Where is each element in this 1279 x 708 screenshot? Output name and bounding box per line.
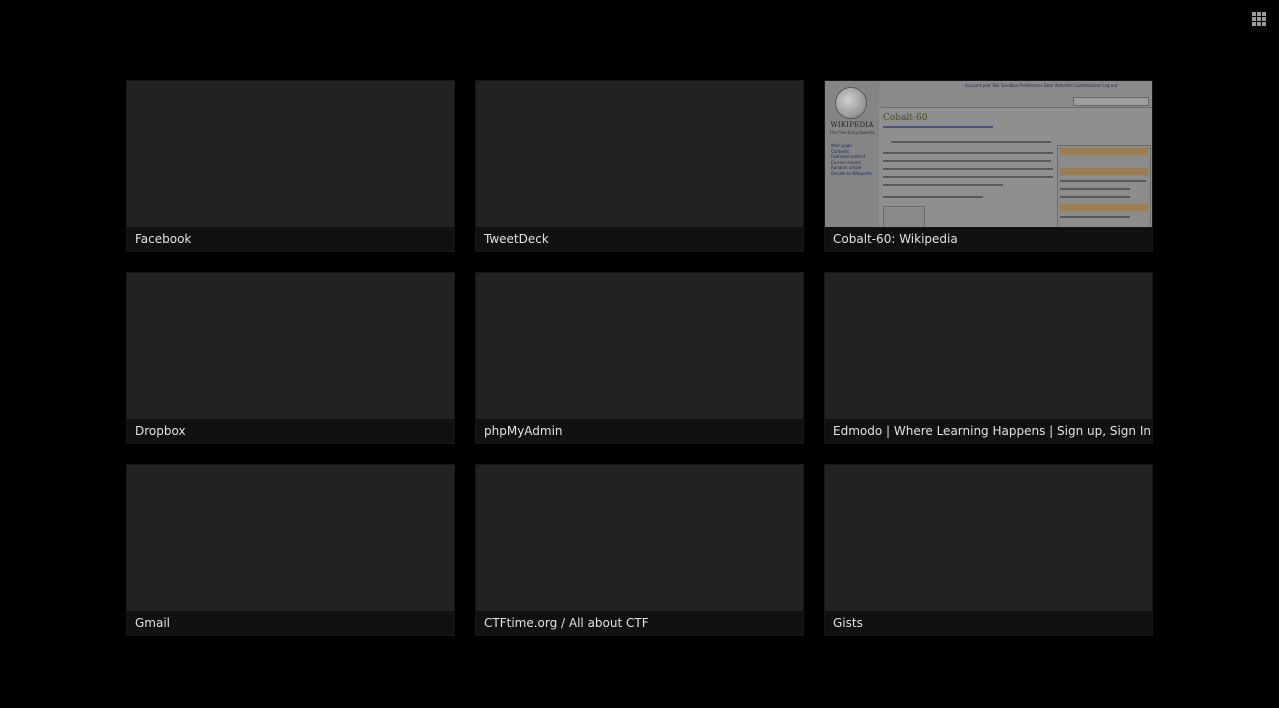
wikipedia-page-preview: WIKIPEDIA The Free Encyclopedia Main pag…	[825, 81, 1152, 227]
wiki-logo-text: WIKIPEDIA	[830, 121, 874, 129]
infobox-header	[1060, 148, 1148, 155]
infobox-header	[1060, 204, 1148, 211]
tile-ctftime[interactable]: CTFtime.org / All about CTF	[475, 464, 804, 636]
wiki-infobox	[1057, 145, 1151, 227]
tile-thumbnail	[476, 465, 803, 611]
tile-thumbnail	[825, 273, 1152, 419]
wiki-nav-link: Donate to Wikipedia	[831, 170, 872, 176]
tile-thumbnail	[127, 273, 454, 419]
tile-tweetdeck[interactable]: TweetDeck	[475, 80, 804, 252]
wiki-sidebar: WIKIPEDIA The Free Encyclopedia Main pag…	[825, 81, 879, 227]
wiki-table-of-contents	[883, 206, 925, 227]
most-visited-grid: Facebook TweetDeck WIKIPEDIA The Free En…	[126, 80, 1153, 636]
wiki-text-line	[883, 160, 1051, 162]
wiki-search-box	[1073, 97, 1149, 106]
wiki-sidebar-nav: Main page Contents Featured content Curr…	[831, 143, 872, 176]
tile-title: Cobalt-60: Wikipedia	[825, 227, 1152, 251]
wiki-text-line	[883, 184, 1003, 186]
wiki-content: Cobalt-60	[879, 108, 1152, 227]
wiki-text-line	[883, 152, 1053, 154]
wiki-text-line	[883, 126, 993, 128]
wiki-text-line	[1060, 180, 1146, 182]
wiki-text-line	[891, 141, 1051, 143]
tile-title: Dropbox	[127, 419, 454, 443]
apps-grid-icon[interactable]	[1252, 12, 1267, 27]
wiki-personal-bar: Account-pref Talk Sandbox Preferences Be…	[965, 83, 1118, 88]
tile-title: Gists	[825, 611, 1152, 635]
wiki-text-line	[1060, 216, 1130, 218]
tile-title: phpMyAdmin	[476, 419, 803, 443]
tile-title: Facebook	[127, 227, 454, 251]
wiki-logo-subtext: The Free Encyclopedia	[829, 130, 875, 135]
tile-thumbnail	[476, 81, 803, 227]
wiki-article-title: Cobalt-60	[883, 113, 928, 123]
tile-dropbox[interactable]: Dropbox	[126, 272, 455, 444]
wiki-text-line	[883, 168, 1053, 170]
tile-facebook[interactable]: Facebook	[126, 80, 455, 252]
tile-title: Gmail	[127, 611, 454, 635]
wiki-text-line	[883, 196, 983, 198]
wiki-text-line	[1060, 196, 1130, 198]
wiki-text-line	[1060, 188, 1130, 190]
tile-thumbnail	[127, 81, 454, 227]
tile-gmail[interactable]: Gmail	[126, 464, 455, 636]
tile-thumbnail	[476, 273, 803, 419]
tile-thumbnail: WIKIPEDIA The Free Encyclopedia Main pag…	[825, 81, 1152, 227]
wikipedia-globe-icon	[835, 87, 867, 119]
tile-title: CTFtime.org / All about CTF	[476, 611, 803, 635]
infobox-header	[1060, 168, 1148, 175]
tile-thumbnail	[127, 465, 454, 611]
tile-cobalt-60-wikipedia[interactable]: WIKIPEDIA The Free Encyclopedia Main pag…	[824, 80, 1153, 252]
tile-title: TweetDeck	[476, 227, 803, 251]
tile-title: Edmodo | Where Learning Happens | Sign u…	[825, 419, 1152, 443]
tile-gists[interactable]: Gists	[824, 464, 1153, 636]
tile-phpmyadmin[interactable]: phpMyAdmin	[475, 272, 804, 444]
wiki-text-line	[883, 176, 1053, 178]
tile-thumbnail	[825, 465, 1152, 611]
tile-edmodo[interactable]: Edmodo | Where Learning Happens | Sign u…	[824, 272, 1153, 444]
